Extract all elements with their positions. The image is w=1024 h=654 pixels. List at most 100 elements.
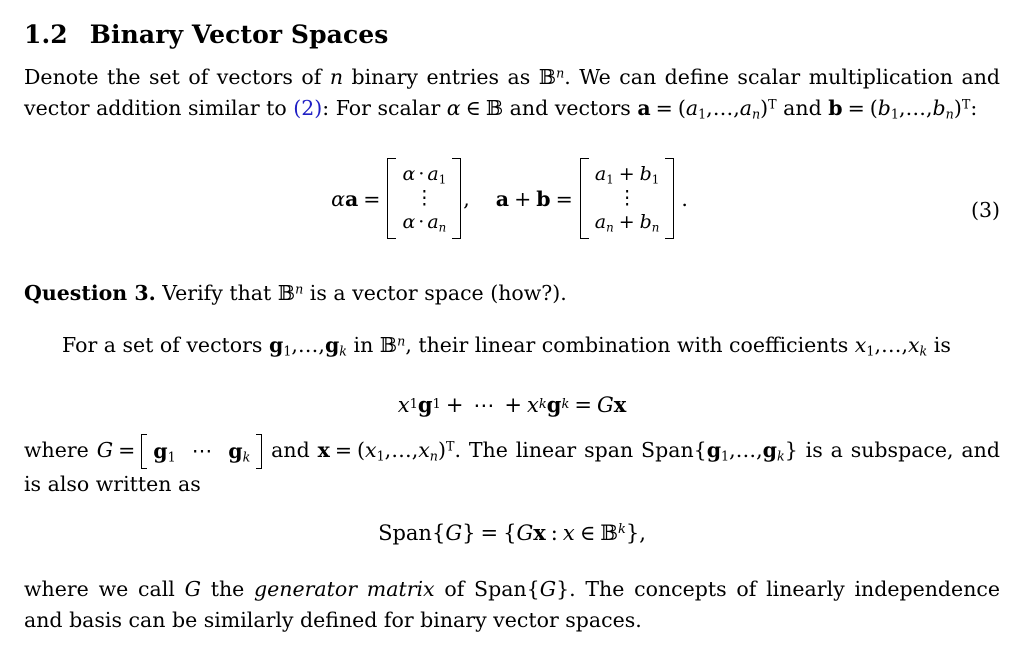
p2-segment-1: For a set of vectors bbox=[62, 333, 269, 357]
eqspan-x: x bbox=[562, 520, 575, 545]
p2-gk-sub: k bbox=[339, 343, 347, 359]
p3-segment-1: where bbox=[24, 438, 97, 462]
cell-g-sub: 1 bbox=[167, 449, 176, 465]
cell-g: g bbox=[228, 439, 243, 463]
cell-b: b bbox=[639, 211, 652, 234]
matrix-row: α · an bbox=[400, 210, 448, 235]
eq3-equals-2: = bbox=[555, 186, 573, 211]
p1-alpha: α bbox=[446, 96, 461, 120]
question-3-segment-2: is a vector space (how?). bbox=[303, 281, 567, 305]
equation-3-matrix-vector-add: a1 + b1 ⋮ an + bn bbox=[579, 158, 675, 240]
cell-dot: · bbox=[418, 211, 425, 234]
bracket-right bbox=[665, 158, 675, 240]
p1-element-of: ∈ bbox=[465, 96, 481, 120]
equation-3-matrix-scalar-mult: α · a1 ⋮ α · an bbox=[387, 158, 462, 240]
p3-tuple-close: ) bbox=[437, 438, 446, 462]
equation-linear-combination-content: x 1 g 1 + ⋯ + x k g k = Gx bbox=[397, 392, 627, 417]
eqspan-brace-close: } bbox=[462, 520, 476, 545]
paragraph-generator-span: where G = g1 ⋯ gk and x = (x1,…,xn)T. The line… bbox=[24, 434, 1000, 500]
p4-segment-3: of Span{ bbox=[434, 577, 540, 601]
cell-alpha: α bbox=[402, 163, 416, 185]
cell-alpha: α bbox=[402, 211, 416, 234]
p3-x1: x bbox=[365, 438, 377, 462]
matrix-row-vdots: ⋮ bbox=[414, 187, 434, 210]
eqspan-set-close: } bbox=[625, 520, 640, 545]
p2-x1: x bbox=[854, 333, 867, 357]
cell-dot: · bbox=[418, 163, 425, 185]
cell-sub: 1 bbox=[438, 172, 447, 187]
p3-span-g1-sub: 1 bbox=[721, 448, 730, 464]
row-cell: gk bbox=[228, 436, 250, 467]
p1-vector-a: a bbox=[637, 96, 651, 120]
p2-segment-2: in bbox=[347, 333, 380, 357]
p3-segment-3: . The linear span Span{ bbox=[454, 438, 707, 462]
p3-span-dots: ,…, bbox=[729, 438, 763, 462]
eq3-equals-1: = bbox=[363, 186, 381, 211]
document-page: 1.2 Binary Vector Spaces Denote the set o… bbox=[0, 0, 1024, 654]
p1-segment-6: and bbox=[776, 96, 829, 120]
p3-x1-sub: 1 bbox=[376, 448, 385, 464]
p1-tuple-open-b: ( bbox=[869, 96, 878, 120]
eqspan-G: G bbox=[445, 520, 463, 545]
p3-equals-2: = bbox=[334, 438, 353, 462]
cell-a: a bbox=[594, 163, 607, 185]
p1-a1-sub: 1 bbox=[698, 106, 707, 122]
p1-transpose-a: T bbox=[768, 96, 777, 112]
p1-bn-sub: n bbox=[945, 106, 954, 122]
equation-3-content: α a = α · a1 ⋮ α · an , a + b = a1 + b1 ⋮ an + bn bbox=[331, 158, 693, 240]
cell-a: a bbox=[594, 211, 607, 234]
bracket-left bbox=[579, 158, 589, 240]
eq3-vector-a-2: a bbox=[495, 186, 510, 211]
bracket-left bbox=[387, 158, 397, 240]
p1-set-B-plain: 𝔹 bbox=[485, 96, 504, 120]
p4-emphasis-generator-matrix: generator matrix bbox=[254, 577, 435, 601]
eqlc-cdots: ⋯ bbox=[473, 392, 495, 417]
equation-3-separator: , bbox=[463, 186, 470, 211]
eqlc-gk: g bbox=[546, 392, 562, 417]
section-number: 1.2 bbox=[24, 20, 68, 49]
p4-G2: G bbox=[539, 577, 557, 601]
matrix-cells: a1 + b1 ⋮ an + bn bbox=[589, 158, 666, 239]
paragraph-generator-matrix: where we call G the generator matrix of … bbox=[24, 574, 1000, 636]
equation-linear-combination: x 1 g 1 + ⋯ + x k g k = Gx bbox=[0, 392, 1024, 417]
eqspan-set-B: 𝔹k bbox=[600, 520, 626, 545]
p4-segment-2: the bbox=[200, 577, 255, 601]
p1-b1-sub: 1 bbox=[890, 106, 899, 122]
p3-span-g1: g bbox=[706, 438, 722, 462]
section-title: Binary Vector Spaces bbox=[89, 20, 389, 49]
eqspan-label: Span bbox=[378, 520, 432, 545]
equation-3-period: . bbox=[681, 186, 688, 211]
question-3-set-B: 𝔹n bbox=[277, 281, 304, 305]
question-3-paragraph: Question 3. Verify that 𝔹n is a vector s… bbox=[24, 278, 1000, 309]
p1-tuple-close: ) bbox=[760, 96, 769, 120]
eqlc-equals: = bbox=[574, 392, 592, 417]
p1-bn: b bbox=[932, 96, 946, 120]
p1-set-B: 𝔹n bbox=[538, 65, 565, 89]
eqspan-set-open: { bbox=[503, 520, 517, 545]
matrix-row-vdots: ⋮ bbox=[617, 187, 637, 210]
p2-g1: g bbox=[268, 333, 284, 357]
p3-equals: = bbox=[118, 438, 136, 462]
p2-gk: g bbox=[324, 333, 340, 357]
p3-G: G bbox=[96, 438, 114, 462]
p4-G: G bbox=[184, 577, 201, 601]
row-cell-cdots: ⋯ bbox=[191, 439, 213, 463]
p2-x-dots: ,…, bbox=[874, 333, 908, 357]
cell-b-sub: n bbox=[651, 220, 660, 235]
p1-variable-n: n bbox=[329, 65, 344, 89]
eq3-alpha: α bbox=[331, 186, 345, 211]
eqspan-brace-open: { bbox=[431, 520, 446, 545]
matrix-row: an + bn bbox=[593, 210, 662, 235]
matrix-row: a1 + b1 bbox=[593, 162, 662, 187]
p1-segment-2: binary entries as bbox=[343, 65, 539, 89]
p3-x-dots: ,…, bbox=[384, 438, 419, 462]
p3-xn: x bbox=[418, 438, 430, 462]
equation-reference-2[interactable]: (2) bbox=[293, 96, 322, 120]
p3-generator-matrix: g 1 ⋯ gk bbox=[141, 434, 263, 469]
eqlc-plus-2: + bbox=[504, 392, 523, 417]
p1-vector-b: b bbox=[828, 96, 843, 120]
equation-span: Span{G} ={Gx: x ∈ 𝔹k}, bbox=[0, 520, 1024, 545]
cell-plus: + bbox=[618, 211, 635, 234]
eqlc-G: G bbox=[596, 392, 614, 417]
p1-segment-5: and vectors bbox=[503, 96, 638, 120]
